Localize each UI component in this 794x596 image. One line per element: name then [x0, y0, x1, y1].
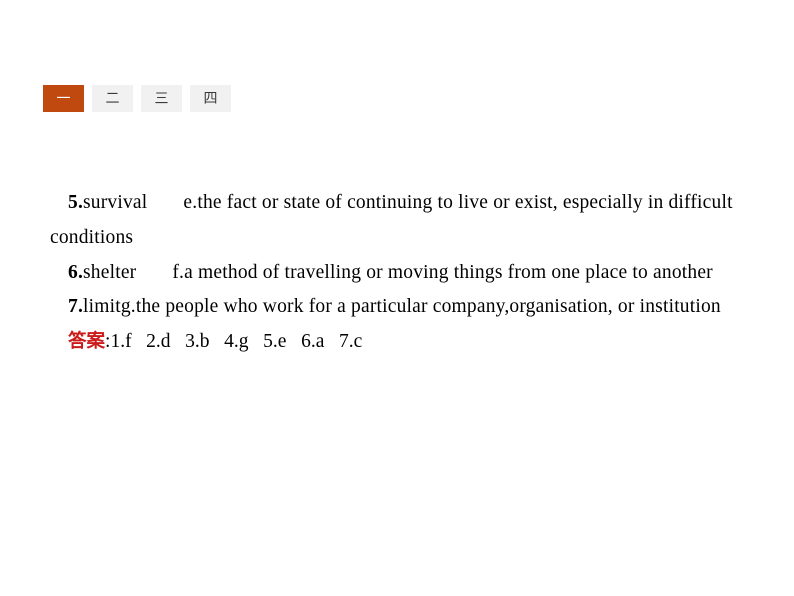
- tab-2-label: 二: [105, 90, 120, 107]
- entry-5-number: 5.: [68, 192, 84, 213]
- entry-5-word: survival: [83, 192, 148, 213]
- tab-4[interactable]: 四: [190, 85, 231, 112]
- entry-6-number: 6.: [68, 261, 84, 283]
- tab-3-label: 三: [154, 90, 169, 107]
- tab-1-label: 一: [56, 90, 71, 107]
- entry-7-number: 7.: [68, 296, 84, 318]
- entry-6-word: shelter: [83, 261, 137, 283]
- tab-1[interactable]: 一: [43, 85, 84, 112]
- entry-7-definition: the people who work for a particular com…: [135, 296, 721, 318]
- entry-5-definition: the fact or state of continuing to live …: [50, 192, 733, 248]
- document-page: 一 二 三 四 5.survival e.the fact or state of…: [0, 0, 794, 596]
- entry-6-definition: a method of travelling or moving things …: [184, 261, 713, 283]
- tab-2[interactable]: 二: [92, 85, 133, 112]
- vocab-entry-7: 7.limitg.the people who work for a parti…: [50, 290, 750, 325]
- answer-label: 答案: [68, 331, 106, 353]
- entry-6-letter: f.: [172, 261, 185, 283]
- tab-3[interactable]: 三: [141, 85, 182, 112]
- vocab-entry-5: 5.survival e.the fact or state of continu…: [50, 186, 750, 256]
- vocab-entry-6: 6.shelter f.a method of travelling or mov…: [50, 256, 750, 291]
- tab-4-label: 四: [203, 90, 218, 107]
- entry-7-letter: g.: [120, 296, 136, 318]
- answer-values: 1.f 2.d 3.b 4.g 5.e 6.a 7.c: [110, 331, 363, 353]
- answer-row: 答案:1.f 2.d 3.b 4.g 5.e 6.a 7.c: [50, 325, 750, 360]
- content-body: 5.survival e.the fact or state of continu…: [50, 186, 750, 360]
- entry-7-word: limit: [83, 296, 121, 318]
- entry-5-letter: e.: [183, 192, 198, 213]
- tab-bar: 一 二 三 四: [43, 85, 231, 112]
